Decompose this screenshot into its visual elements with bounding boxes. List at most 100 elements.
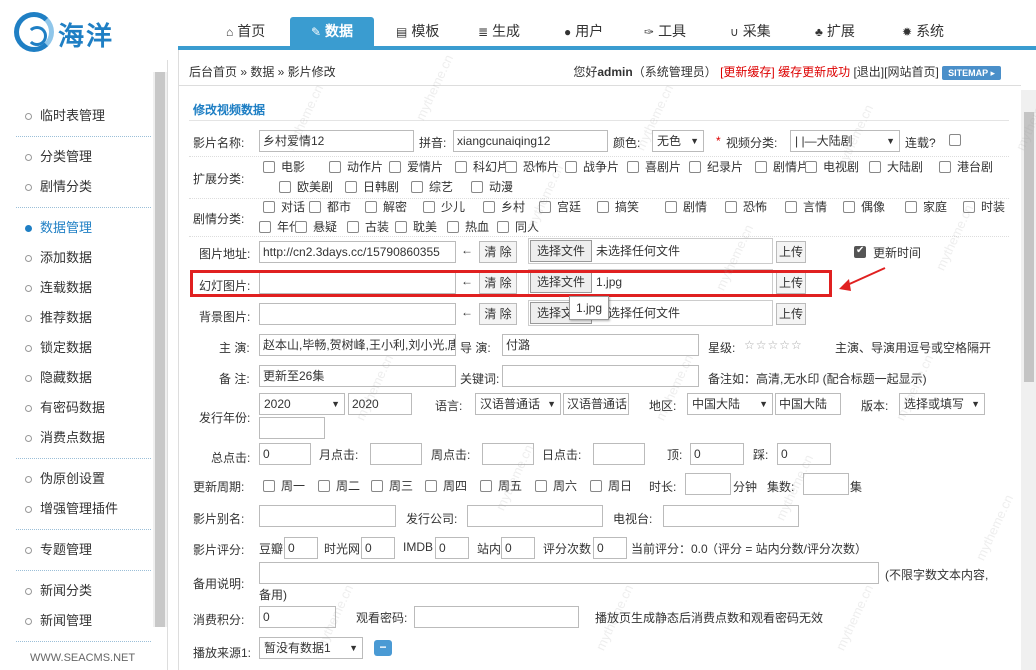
checkbox-option[interactable]: 乡村 [483,198,525,215]
checkbox-option[interactable]: 周五 [480,477,522,494]
checkbox-option[interactable]: 周二 [318,477,360,494]
checkbox[interactable] [590,480,602,492]
sidebar-item[interactable]: 临时表管理 [16,101,151,131]
checkbox-option[interactable]: 对话 [263,198,305,215]
imdb-input[interactable]: 0 [435,537,469,559]
checkbox[interactable] [365,201,377,213]
votes-input[interactable]: 0 [593,537,627,559]
nav-tab-6[interactable]: ✑ 工具 [634,17,696,46]
checkbox[interactable] [295,221,307,233]
checkbox[interactable] [483,201,495,213]
serial-checkbox[interactable] [949,134,961,146]
checkbox-option[interactable]: 剧情 [665,198,707,215]
mtime-input[interactable]: 0 [361,537,395,559]
checkbox-option[interactable]: 港台剧 [939,158,993,175]
director-input[interactable]: 付潞 [502,334,699,356]
checkbox[interactable] [805,161,817,173]
upload-pic-button[interactable]: 上传 [776,241,806,263]
nav-tab-1[interactable]: ⌂ 首页 [216,17,275,46]
note-input[interactable]: 更新至26集 [259,365,456,387]
checkbox-option[interactable]: 时装 [963,198,1005,215]
pic-url-input[interactable]: http://cn2.3days.cc/15790860355 [259,241,456,263]
douban-input[interactable]: 0 [284,537,318,559]
down-input[interactable]: 0 [777,443,831,465]
checkbox-option[interactable]: 动漫 [471,178,513,195]
checkbox[interactable] [455,161,467,173]
month-hits-input[interactable] [370,443,422,465]
sidebar-item[interactable]: 添加数据 [16,243,151,273]
lang-select[interactable]: 汉语普通话 ▼ [475,393,561,415]
checkbox-option[interactable]: 周四 [425,477,467,494]
day-hits-input[interactable] [593,443,645,465]
checkbox[interactable] [329,161,341,173]
sidebar-item[interactable]: 增强管理插件 [16,494,151,524]
actor-input[interactable]: 赵本山,毕畅,贺树峰,王小利,刘小光,唐 [259,334,456,356]
sidebar-item[interactable]: 专题管理 [16,535,151,565]
nav-tab-5[interactable]: ● 用户 [554,17,613,46]
checkbox[interactable] [371,480,383,492]
source-select[interactable]: 暂没有数据1 ▼ [259,637,363,659]
sidebar-item[interactable]: 有密码数据 [16,393,151,423]
year-input[interactable]: 2020 [348,393,412,415]
lang-input[interactable]: 汉语普通话 [563,393,629,415]
checkbox-option[interactable]: 科幻片 [455,158,509,175]
alias-input[interactable] [259,505,396,527]
choose-file-button[interactable]: 选择文件 [530,240,593,262]
checkbox[interactable] [689,161,701,173]
color-select[interactable]: 无色 ▼ [652,130,704,152]
sidebar-item[interactable]: 推荐数据 [16,303,151,333]
checkbox-option[interactable]: 大陆剧 [869,158,923,175]
checkbox[interactable] [345,181,357,193]
sidebar-item[interactable]: 数据管理 [16,213,151,243]
checkbox-option[interactable]: 动作片 [329,158,383,175]
checkbox-option[interactable]: 偶像 [843,198,885,215]
checkbox-option[interactable]: 言情 [785,198,827,215]
week-hits-input[interactable] [482,443,534,465]
hits-input[interactable]: 0 [259,443,311,465]
checkbox[interactable] [395,221,407,233]
checkbox[interactable] [411,181,423,193]
company-input[interactable] [467,505,603,527]
nav-tab-9[interactable]: ✹ 系统 [892,17,954,46]
site-home-link[interactable]: [网站首页] [884,65,939,79]
checkbox[interactable] [309,201,321,213]
checkbox[interactable] [539,201,551,213]
nav-tab-2[interactable]: ✎ 数据 [290,17,374,46]
checkbox-option[interactable]: 都市 [309,198,351,215]
checkbox-option[interactable]: 家庭 [905,198,947,215]
checkbox-option[interactable]: 古装 [347,218,389,235]
pinyin-input[interactable]: xiangcunaiqing12 [453,130,608,152]
checkbox-option[interactable]: 周一 [263,477,305,494]
clear-bg-button[interactable]: 清 除 [479,303,517,325]
checkbox-option[interactable]: 周六 [535,477,577,494]
checkbox[interactable] [497,221,509,233]
checkbox[interactable] [597,201,609,213]
checkbox[interactable] [725,201,737,213]
checkbox[interactable] [279,181,291,193]
update-cache-link[interactable]: [更新缓存] [720,65,775,79]
checkbox[interactable] [565,161,577,173]
checkbox[interactable] [963,201,975,213]
checkbox[interactable] [939,161,951,173]
category-select[interactable]: | |—大陆剧 ▼ [790,130,900,152]
checkbox-option[interactable]: 日韩剧 [345,178,399,195]
year-extra-input[interactable] [259,417,325,439]
checkbox[interactable] [755,161,767,173]
checkbox-option[interactable]: 搞笑 [597,198,639,215]
checkbox[interactable] [318,480,330,492]
keyword-input[interactable] [502,365,699,387]
sidebar-item[interactable]: 剧情分类 [16,172,151,202]
checkbox[interactable] [869,161,881,173]
sidebar-item[interactable]: 伪原创设置 [16,464,151,494]
sidebar-item[interactable]: 锁定数据 [16,333,151,363]
checkbox-option[interactable]: 剧情片 [755,158,809,175]
checkbox-option[interactable]: 周三 [371,477,413,494]
star-rating[interactable]: ☆☆☆☆☆ [744,338,803,352]
sitemap-button[interactable]: SITEMAP ▸ [942,65,1001,80]
checkbox-option[interactable]: 少儿 [423,198,465,215]
checkbox[interactable] [263,201,275,213]
checkbox[interactable] [843,201,855,213]
update-time-checkbox[interactable] [854,245,866,258]
area-select[interactable]: 中国大陆 ▼ [687,393,773,415]
checkbox[interactable] [263,480,275,492]
